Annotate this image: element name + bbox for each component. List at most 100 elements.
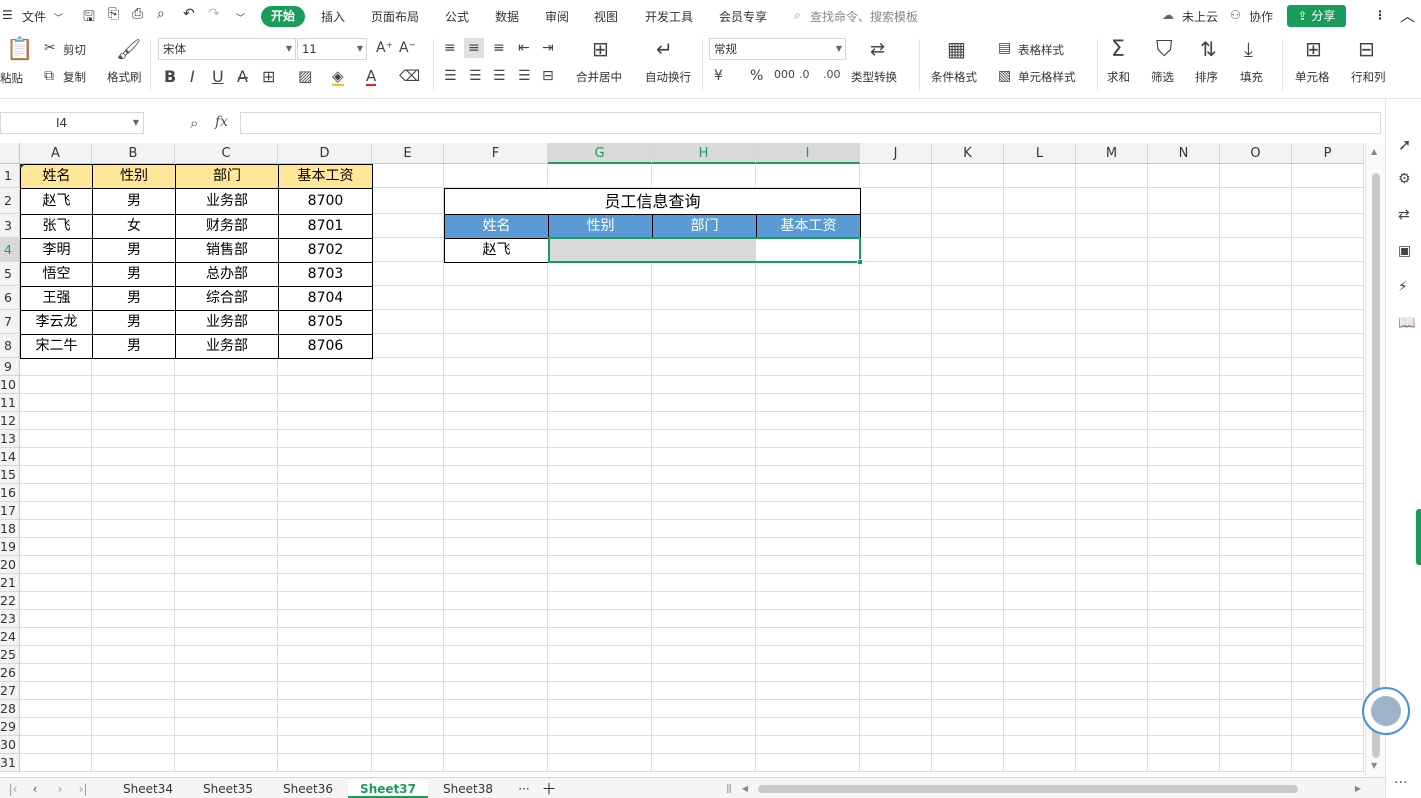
fill-color-icon[interactable]: ◈	[332, 69, 344, 86]
scroll-thumb[interactable]	[1372, 173, 1380, 758]
row-header[interactable]: 9	[0, 358, 20, 376]
table-cell[interactable]: 男	[92, 262, 176, 287]
copy-icon[interactable]: ⧉	[44, 69, 54, 83]
column-header[interactable]: K	[932, 143, 1004, 164]
row-col-icon[interactable]: ⊟	[1358, 39, 1375, 59]
table-cell[interactable]: 财务部	[175, 214, 279, 239]
query-header-cell[interactable]: 基本工资	[756, 214, 861, 239]
wrap-text-button[interactable]: 自动换行	[645, 69, 691, 85]
sheet-tab[interactable]: Sheet38	[428, 780, 508, 798]
column-header[interactable]: M	[1076, 143, 1148, 164]
sort-button[interactable]: 排序	[1195, 69, 1218, 85]
column-header[interactable]: N	[1148, 143, 1220, 164]
bold-icon[interactable]: B	[164, 69, 176, 85]
transfer-icon[interactable]: ⇄	[1398, 207, 1410, 223]
row-header[interactable]: 17	[0, 502, 20, 520]
row-header[interactable]: 22	[0, 592, 20, 610]
fill-down-icon[interactable]: ⤓	[1244, 39, 1253, 59]
currency-icon[interactable]: ¥	[714, 69, 723, 83]
column-header[interactable]: P	[1292, 143, 1364, 164]
vertical-scrollbar[interactable]: ▲ ▼	[1365, 143, 1385, 777]
last-sheet-icon[interactable]: ›|	[76, 780, 90, 798]
table-cell[interactable]: 男	[92, 286, 176, 311]
formula-input[interactable]	[240, 112, 1381, 134]
paste-icon[interactable]: 📋	[6, 39, 33, 61]
zoom-icon[interactable]: ⌕	[190, 114, 198, 132]
row-header[interactable]: 2	[0, 188, 20, 214]
conditional-format-button[interactable]: 条件格式	[931, 69, 977, 85]
column-header[interactable]: I	[756, 143, 860, 164]
table-cell[interactable]: 8703	[278, 262, 373, 287]
tab-insert[interactable]: 插入	[321, 8, 345, 25]
wrap-icon[interactable]: ↵	[656, 39, 673, 59]
table-header-cell[interactable]: 性别	[92, 164, 176, 189]
next-sheet-icon[interactable]: ›	[53, 780, 67, 798]
table-style-icon[interactable]: ▤	[998, 41, 1011, 55]
cell-button[interactable]: 单元格	[1295, 69, 1330, 85]
row-header[interactable]: 18	[0, 520, 20, 538]
table-cell[interactable]: 男	[92, 310, 176, 335]
first-sheet-icon[interactable]: |‹	[6, 780, 20, 798]
table-cell[interactable]: 8705	[278, 310, 373, 335]
column-header[interactable]: F	[444, 143, 548, 164]
align-middle-icon[interactable]: ≡	[464, 38, 484, 58]
sheet-tab[interactable]: Sheet34	[108, 780, 188, 798]
search-icon[interactable]: ⌕	[794, 8, 801, 23]
tab-member[interactable]: 会员专享	[719, 8, 767, 25]
table-cell[interactable]: 8702	[278, 238, 373, 263]
column-header[interactable]: L	[1004, 143, 1076, 164]
italic-icon[interactable]: I	[190, 69, 195, 85]
assistant-avatar[interactable]	[1362, 687, 1410, 735]
row-header[interactable]: 31	[0, 754, 20, 772]
share-button[interactable]: ⇪ 分享	[1287, 5, 1346, 27]
query-header-cell[interactable]: 部门	[652, 214, 757, 239]
add-sheet-icon[interactable]: ＋	[540, 780, 558, 798]
horizontal-scroll-thumb[interactable]	[758, 785, 1298, 793]
row-header[interactable]: 4	[0, 238, 20, 262]
table-header-cell[interactable]: 基本工资	[278, 164, 373, 189]
column-header[interactable]: J	[860, 143, 932, 164]
splitter-icon[interactable]: ⦀	[724, 780, 734, 798]
settings-sliders-icon[interactable]: ⚙	[1398, 171, 1411, 187]
query-header-cell[interactable]: 性别	[548, 214, 653, 239]
cloud-status[interactable]: 未上云	[1182, 8, 1218, 25]
column-header[interactable]: A	[20, 143, 92, 164]
sum-icon[interactable]: Σ	[1111, 39, 1125, 61]
row-header[interactable]: 14	[0, 448, 20, 466]
search-command[interactable]: 查找命令、搜索模板	[810, 8, 918, 25]
table-cell[interactable]: 8704	[278, 286, 373, 311]
table-cell[interactable]: 男	[92, 238, 176, 263]
table-cell[interactable]: 综合部	[175, 286, 279, 311]
conditional-format-icon[interactable]: ▦	[947, 39, 966, 59]
more-dots-icon[interactable]: ···	[1394, 775, 1407, 791]
align-bottom-icon[interactable]: ≡	[493, 41, 505, 55]
fill-handle[interactable]	[857, 259, 863, 265]
cut-button[interactable]: 剪切	[63, 42, 86, 58]
bolt-icon[interactable]: ⚡	[1398, 279, 1408, 295]
table-cell[interactable]: 张飞	[20, 214, 93, 239]
scroll-up-icon[interactable]: ▲	[1371, 147, 1377, 156]
filter-icon[interactable]: ⛉	[1156, 39, 1173, 61]
paste-button[interactable]: 粘贴	[0, 70, 23, 86]
increase-decimal-icon[interactable]: .0	[799, 69, 810, 80]
eraser-icon[interactable]: ⌫	[399, 69, 420, 84]
export-icon[interactable]: ⎘	[108, 6, 119, 22]
row-header[interactable]: 20	[0, 556, 20, 574]
table-cell[interactable]: 8700	[278, 188, 373, 215]
tab-data[interactable]: 数据	[495, 8, 519, 25]
align-top-icon[interactable]: ≡	[444, 41, 456, 55]
format-painter-icon[interactable]: 🖌	[116, 39, 141, 59]
sheet-tab-active[interactable]: Sheet37	[348, 780, 428, 798]
row-header[interactable]: 23	[0, 610, 20, 628]
row-header[interactable]: 12	[0, 412, 20, 430]
tab-home[interactable]: 开始	[261, 6, 305, 27]
fx-icon[interactable]: fx	[215, 114, 228, 130]
row-header[interactable]: 13	[0, 430, 20, 448]
distribute-icon[interactable]: ⊟	[542, 69, 554, 83]
row-header[interactable]: 29	[0, 718, 20, 736]
row-col-button[interactable]: 行和列	[1351, 69, 1386, 85]
row-header[interactable]: 19	[0, 538, 20, 556]
convert-icon[interactable]: ⇄	[870, 41, 885, 59]
select-all-corner[interactable]	[0, 143, 20, 164]
gallery-icon[interactable]: ▣	[1398, 243, 1411, 259]
